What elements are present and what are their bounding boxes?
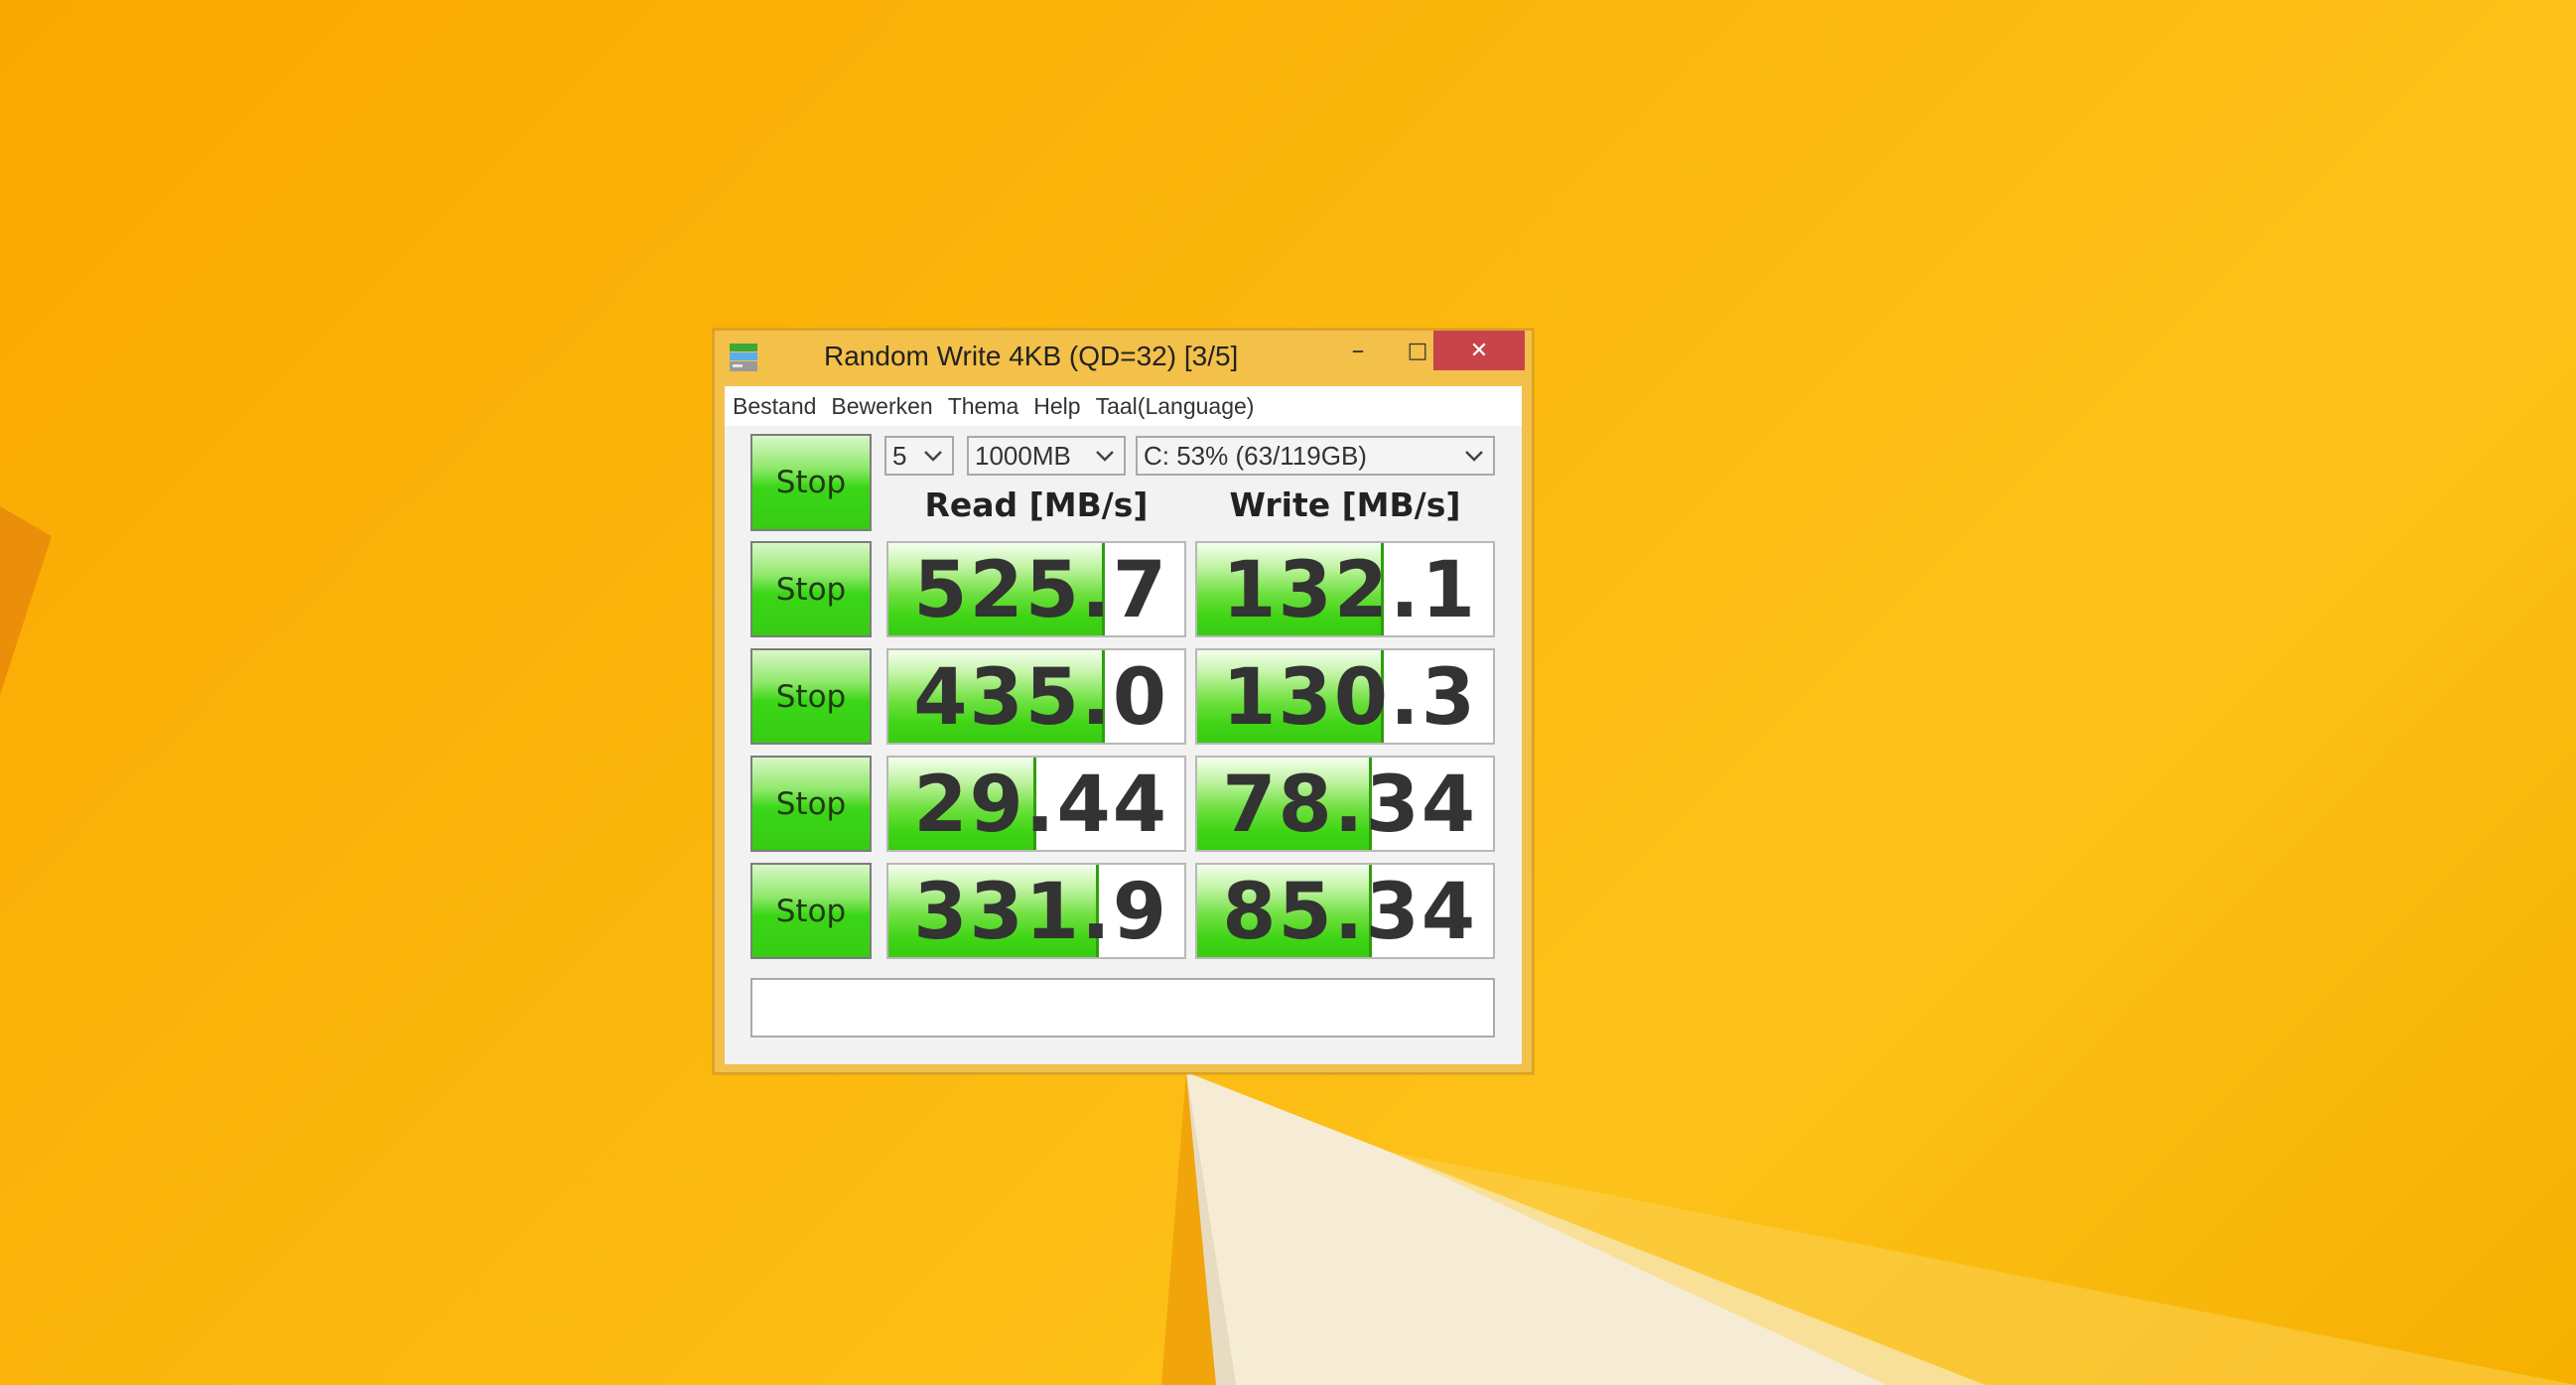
app-disk-icon[interactable]	[729, 342, 760, 373]
close-icon: ✕	[1469, 338, 1489, 363]
comment-input[interactable]	[750, 978, 1495, 1038]
stop-seq-button[interactable]: Stop	[750, 541, 872, 637]
drive-value: C: 53% (63/119GB)	[1144, 440, 1367, 471]
maximize-icon: □	[1407, 338, 1428, 363]
menu-thema[interactable]: Thema	[948, 393, 1019, 420]
menu-language[interactable]: Taal(Language)	[1096, 393, 1255, 420]
result-write-cell: 132.1	[1195, 541, 1495, 637]
test-count-select[interactable]: 5	[884, 436, 954, 476]
write-value: 132.1	[1222, 546, 1477, 635]
chevron-down-icon	[924, 451, 942, 462]
write-value: 78.34	[1222, 761, 1477, 850]
read-value: 29.44	[913, 761, 1168, 850]
stop-all-button[interactable]: Stop	[750, 434, 872, 531]
app-window: Random Write 4KB (QD=32) [3/5] – □ ✕ Bes…	[713, 329, 1534, 1074]
result-read-cell: 331.9	[886, 863, 1186, 959]
test-size-select[interactable]: 1000MB	[967, 436, 1126, 476]
benchmark-panel: Stop 5 1000MB C: 53% (63/119GB) Read [MB…	[725, 426, 1522, 1064]
menu-bestand[interactable]: Bestand	[733, 393, 816, 420]
write-value: 85.34	[1222, 868, 1477, 957]
test-count-value: 5	[892, 440, 907, 471]
stop-4k-button[interactable]: Stop	[750, 756, 872, 852]
stop-4k-qd32-button[interactable]: Stop	[750, 863, 872, 959]
write-value: 130.3	[1222, 653, 1477, 743]
menu-bar: Bestand Bewerken Thema Help Taal(Languag…	[725, 386, 1522, 426]
drive-select[interactable]: C: 53% (63/119GB)	[1136, 436, 1495, 476]
chevron-down-icon	[1465, 451, 1483, 462]
stop-512k-button[interactable]: Stop	[750, 648, 872, 745]
minimize-button[interactable]: –	[1328, 331, 1388, 370]
menu-bewerken[interactable]: Bewerken	[831, 393, 932, 420]
result-read-cell: 525.7	[886, 541, 1186, 637]
result-write-cell: 130.3	[1195, 648, 1495, 745]
menu-help[interactable]: Help	[1033, 393, 1080, 420]
result-read-cell: 29.44	[886, 756, 1186, 852]
test-size-value: 1000MB	[975, 440, 1071, 471]
result-write-cell: 85.34	[1195, 863, 1495, 959]
result-write-cell: 78.34	[1195, 756, 1495, 852]
minimize-icon: –	[1351, 336, 1365, 365]
window-title: Random Write 4KB (QD=32) [3/5]	[824, 341, 1239, 371]
client-area: Bestand Bewerken Thema Help Taal(Languag…	[725, 386, 1522, 1064]
read-value: 435.0	[913, 653, 1168, 743]
read-column-header: Read [MB/s]	[924, 485, 1149, 524]
chevron-down-icon	[1096, 451, 1114, 462]
result-read-cell: 435.0	[886, 648, 1186, 745]
read-value: 331.9	[913, 868, 1168, 957]
title-bar[interactable]: Random Write 4KB (QD=32) [3/5] – □ ✕	[715, 331, 1532, 386]
close-button[interactable]: ✕	[1433, 331, 1525, 370]
read-value: 525.7	[913, 546, 1168, 635]
write-column-header: Write [MB/s]	[1229, 485, 1461, 524]
